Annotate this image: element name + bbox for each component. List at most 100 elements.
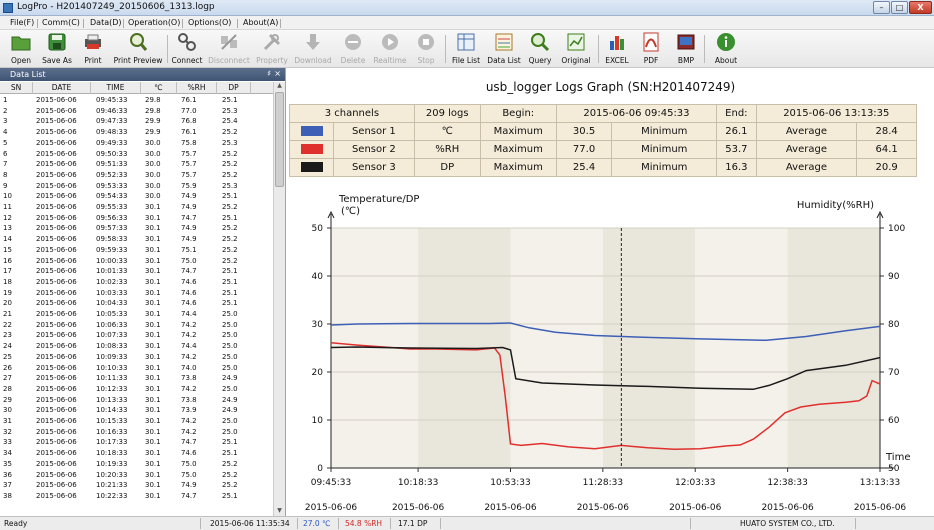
table-row[interactable]: 26 2015-06-06 10:10:33 30.1 74.0 25.0 — [0, 363, 273, 374]
menu-comm[interactable]: Comm(C) — [42, 18, 80, 27]
table-row[interactable]: 7 2015-06-06 09:51:33 30.0 75.7 25.2 — [0, 159, 273, 170]
original-button[interactable]: Original — [558, 32, 594, 66]
column-header-date[interactable]: DATE — [33, 82, 91, 94]
table-cell: 10:00:33 — [96, 256, 128, 265]
table-row[interactable]: 9 2015-06-06 09:53:33 30.0 75.9 25.3 — [0, 181, 273, 192]
table-cell: 74.2 — [181, 331, 197, 340]
table-row[interactable]: 30 2015-06-06 10:14:33 30.1 73.9 24.9 — [0, 405, 273, 416]
disconnect-button[interactable]: Disconnect — [207, 32, 251, 66]
table-row[interactable]: 4 2015-06-06 09:48:33 29.9 76.1 25.2 — [0, 127, 273, 138]
table-row[interactable]: 13 2015-06-06 09:57:33 30.1 74.9 25.2 — [0, 223, 273, 234]
panel-close-icon[interactable]: × — [274, 69, 281, 78]
pin-icon[interactable]: ♯ — [267, 69, 271, 78]
table-row[interactable]: 19 2015-06-06 10:03:33 30.1 74.6 25.1 — [0, 288, 273, 299]
data-list-button[interactable]: Data List — [486, 32, 522, 66]
table-cell: 25.2 — [222, 224, 238, 233]
table-row[interactable]: 37 2015-06-06 10:21:33 30.1 74.9 25.2 — [0, 480, 273, 491]
table-row[interactable]: 5 2015-06-06 09:49:33 30.0 75.8 25.3 — [0, 138, 273, 149]
sensor-3-avg-label: Average — [755, 158, 858, 177]
excel-button[interactable]: EXCEL — [602, 32, 632, 66]
table-row[interactable]: 24 2015-06-06 10:08:33 30.1 74.4 25.0 — [0, 341, 273, 352]
file-list-button[interactable]: File List — [450, 32, 482, 66]
table-cell: 30.1 — [145, 342, 161, 351]
table-row[interactable]: 27 2015-06-06 10:11:33 30.1 73.8 24.9 — [0, 373, 273, 384]
scrollbar-thumb[interactable] — [275, 92, 284, 187]
about-button[interactable]: About — [710, 32, 742, 66]
column-header-time[interactable]: TIME — [91, 82, 141, 94]
table-cell: 75.7 — [181, 170, 197, 179]
table-cell: 4 — [3, 128, 8, 137]
table-row[interactable]: 12 2015-06-06 09:56:33 30.1 74.7 25.1 — [0, 213, 273, 224]
table-cell: 25.1 — [222, 299, 238, 308]
table-row[interactable]: 23 2015-06-06 10:07:33 30.1 74.2 25.0 — [0, 330, 273, 341]
maximize-button[interactable]: □ — [891, 1, 908, 14]
bmp-button[interactable]: BMP — [672, 32, 700, 66]
table-row[interactable]: 34 2015-06-06 10:18:33 30.1 74.6 25.1 — [0, 448, 273, 459]
open-button[interactable]: Open — [6, 32, 36, 66]
pdf-button[interactable]: PDF — [638, 32, 664, 66]
scroll-up-icon[interactable]: ▲ — [275, 82, 284, 91]
table-row[interactable]: 17 2015-06-06 10:01:33 30.1 74.7 25.1 — [0, 266, 273, 277]
table-row[interactable]: 25 2015-06-06 10:09:33 30.1 74.2 25.0 — [0, 352, 273, 363]
table-row[interactable]: 32 2015-06-06 10:16:33 30.1 74.2 25.0 — [0, 427, 273, 438]
table-row[interactable]: 2 2015-06-06 09:46:33 29.8 77.0 25.3 — [0, 106, 273, 117]
property-button[interactable]: Property — [254, 32, 290, 66]
table-row[interactable]: 38 2015-06-06 10:22:33 30.1 74.7 25.1 — [0, 491, 273, 502]
table-cell: 30.1 — [145, 256, 161, 265]
table-row[interactable]: 3 2015-06-06 09:47:33 29.9 76.8 25.4 — [0, 116, 273, 127]
menu-data[interactable]: Data(D) — [90, 18, 122, 27]
scroll-down-icon[interactable]: ▼ — [275, 507, 284, 516]
delete-button[interactable]: Delete — [338, 32, 368, 66]
sensor-1-min: 26.1 — [716, 122, 757, 141]
column-header-temp[interactable]: ℃ — [141, 82, 177, 94]
table-row[interactable]: 35 2015-06-06 10:19:33 30.1 75.0 25.2 — [0, 459, 273, 470]
data-list-scrollbar[interactable]: ▲ ▼ — [273, 82, 285, 516]
table-cell: 2015-06-06 — [36, 491, 77, 500]
print-button[interactable]: Print — [80, 32, 106, 66]
column-header-sn[interactable]: SN — [0, 82, 33, 94]
sensor-2-max: 77.0 — [555, 140, 613, 159]
table-row[interactable]: 20 2015-06-06 10:04:33 30.1 74.6 25.1 — [0, 298, 273, 309]
logs-line-chart[interactable]: 0 10 20 30 40 50 50 60 70 80 90 100 09:45:33 2015-06-… — [287, 184, 934, 516]
table-row[interactable]: 10 2015-06-06 09:54:33 30.0 74.9 25.1 — [0, 191, 273, 202]
table-row[interactable]: 16 2015-06-06 10:00:33 30.1 75.0 25.2 — [0, 256, 273, 267]
query-button[interactable]: Query — [526, 32, 554, 66]
table-cell: 74.6 — [181, 277, 197, 286]
table-row[interactable]: 15 2015-06-06 09:59:33 30.1 75.1 25.2 — [0, 245, 273, 256]
table-cell: 2015-06-06 — [36, 224, 77, 233]
pdf-label: PDF — [643, 56, 659, 65]
table-row[interactable]: 8 2015-06-06 09:52:33 30.0 75.7 25.2 — [0, 170, 273, 181]
table-row[interactable]: 6 2015-06-06 09:50:33 30.0 75.7 25.2 — [0, 149, 273, 160]
table-row[interactable]: 28 2015-06-06 10:12:33 30.1 74.2 25.0 — [0, 384, 273, 395]
column-header-rh[interactable]: %RH — [177, 82, 217, 94]
table-row[interactable]: 36 2015-06-06 10:20:33 30.1 75.0 25.2 — [0, 470, 273, 481]
table-row[interactable]: 14 2015-06-06 09:58:33 30.1 74.9 25.2 — [0, 234, 273, 245]
menu-operation[interactable]: Operation(O) — [128, 18, 180, 27]
connect-button[interactable]: Connect — [170, 32, 204, 66]
column-header-dp[interactable]: DP — [217, 82, 251, 94]
close-button[interactable]: X — [909, 1, 932, 14]
minimize-button[interactable]: – — [873, 1, 890, 14]
save-as-button[interactable]: Save As — [40, 32, 74, 66]
table-cell: 36 — [3, 470, 12, 479]
table-cell: 13 — [3, 224, 12, 233]
table-cell: 18 — [3, 277, 12, 286]
menu-separator — [123, 19, 124, 28]
menu-about[interactable]: About(A) — [243, 18, 278, 27]
download-button[interactable]: Download — [293, 32, 333, 66]
table-row[interactable]: 29 2015-06-06 10:13:33 30.1 73.8 24.9 — [0, 395, 273, 406]
table-cell: 10:07:33 — [96, 331, 128, 340]
menu-options[interactable]: Options(O) — [188, 18, 231, 27]
table-cell: 29.9 — [145, 128, 161, 137]
table-row[interactable]: 11 2015-06-06 09:55:33 30.1 74.9 25.2 — [0, 202, 273, 213]
table-row[interactable]: 31 2015-06-06 10:15:33 30.1 74.2 25.0 — [0, 416, 273, 427]
table-row[interactable]: 22 2015-06-06 10:06:33 30.1 74.2 25.0 — [0, 320, 273, 331]
menu-file[interactable]: File(F) — [10, 18, 34, 27]
table-row[interactable]: 1 2015-06-06 09:45:33 29.8 76.1 25.1 — [0, 95, 273, 106]
print-preview-button[interactable]: Print Preview — [112, 32, 164, 66]
table-row[interactable]: 21 2015-06-06 10:05:33 30.1 74.4 25.0 — [0, 309, 273, 320]
realtime-button[interactable]: Realtime — [372, 32, 408, 66]
table-row[interactable]: 18 2015-06-06 10:02:33 30.1 74.6 25.1 — [0, 277, 273, 288]
table-row[interactable]: 33 2015-06-06 10:17:33 30.1 74.7 25.1 — [0, 437, 273, 448]
stop-button[interactable]: Stop — [412, 32, 440, 66]
